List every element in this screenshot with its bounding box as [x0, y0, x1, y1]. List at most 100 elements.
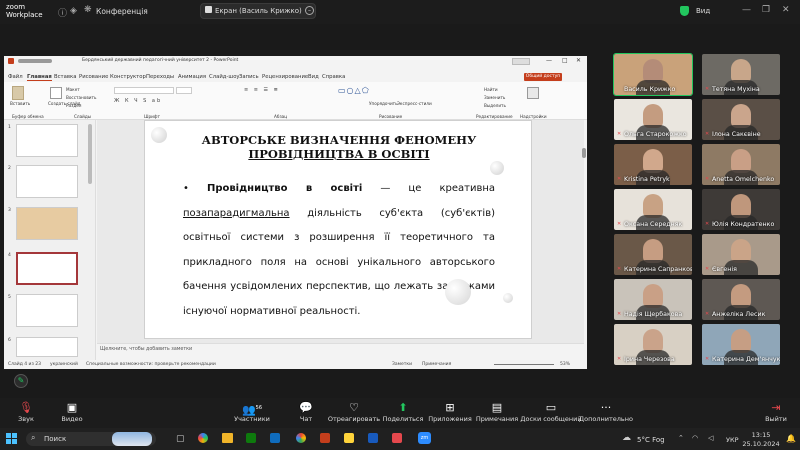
slide-thumbnail[interactable]: [16, 165, 78, 198]
font-size-select[interactable]: [176, 87, 192, 94]
chrome-icon[interactable]: [296, 433, 306, 443]
participant-tile[interactable]: ✕ Ілона Сакєвіне: [702, 99, 780, 140]
windows-start-icon[interactable]: [6, 433, 17, 444]
restore-icon[interactable]: ❐: [762, 5, 770, 15]
slide-thumbnail[interactable]: [16, 207, 78, 240]
layout-label[interactable]: Макет: [66, 87, 80, 92]
slide-title[interactable]: АВТОРСЬКЕ ВИЗНАЧЕННЯ ФЕНОМЕНУ ПРОВІДНИЦТ…: [189, 133, 489, 161]
arrange-label[interactable]: Упорядочить: [369, 101, 398, 106]
outlook-icon[interactable]: [270, 433, 280, 443]
search-label[interactable]: Поиск: [44, 435, 66, 443]
weather-label[interactable]: 5°C Fog: [637, 436, 665, 444]
excel-icon[interactable]: [246, 433, 256, 443]
ppt-close-icon[interactable]: ✕: [576, 57, 581, 64]
paste-icon[interactable]: [12, 86, 24, 100]
sticky-notes-icon[interactable]: [344, 433, 354, 443]
tab-file[interactable]: Файл: [8, 74, 23, 80]
thumbnails-scrollbar[interactable]: [88, 124, 92, 184]
tab-draw[interactable]: Рисование: [79, 74, 108, 80]
input-language[interactable]: УКР: [726, 436, 739, 444]
tab-slideshow[interactable]: Слайд-шоу: [209, 74, 240, 80]
slide-thumbnail-selected[interactable]: [16, 252, 78, 285]
tab-review[interactable]: Рецензирование: [262, 74, 308, 80]
participant-tile[interactable]: ✕ Юлія Кондратенко: [702, 189, 780, 230]
new-slide-icon[interactable]: [50, 87, 62, 99]
participant-tile[interactable]: ✕ Оксана Середняк: [614, 189, 692, 230]
participant-tile[interactable]: ✕ Катерина Дем'янчук: [702, 324, 780, 365]
task-view-icon[interactable]: ▢: [176, 434, 185, 444]
autosave-toggle[interactable]: [18, 59, 52, 63]
slide-body[interactable]: • Провідництво в освіті — це креативна п…: [183, 177, 495, 324]
shapes-gallery[interactable]: ▭○△⬠: [338, 86, 388, 102]
tray-chevron-icon[interactable]: ⌃: [678, 434, 684, 442]
volume-icon[interactable]: ◁: [708, 434, 713, 442]
word-icon[interactable]: [368, 433, 378, 443]
leave-button[interactable]: ⇥ Выйти: [744, 401, 800, 423]
select-label[interactable]: Выделить: [484, 103, 506, 108]
acrobat-icon[interactable]: [392, 433, 402, 443]
paragraph-buttons[interactable]: ≡ ≡ ☰ ≣: [244, 87, 324, 94]
shield-icon[interactable]: ◈: [70, 6, 77, 16]
video-button[interactable]: ▣ Видео: [40, 401, 104, 423]
accessibility-status[interactable]: Специальные возможности: проверьте реком…: [86, 362, 216, 367]
font-format-buttons[interactable]: Ж К Ч S ab: [114, 98, 210, 105]
notes-toggle[interactable]: Заметки: [392, 362, 412, 367]
participant-tile[interactable]: ✕ Надія Щербакова: [614, 279, 692, 320]
participant-tile[interactable]: ✕ Kristina Petryk: [614, 144, 692, 185]
addins-icon[interactable]: [527, 87, 539, 99]
encryption-shield-icon[interactable]: [680, 6, 689, 16]
comments-toggle[interactable]: Примечания: [422, 362, 451, 367]
tab-record[interactable]: Запись: [239, 74, 259, 80]
slide-thumbnail[interactable]: [16, 337, 78, 357]
participant-tile[interactable]: ✕ Анжеліка Лесик: [702, 279, 780, 320]
tab-help[interactable]: Справка: [322, 74, 345, 80]
clock-time[interactable]: 13:15: [748, 431, 774, 439]
more-button[interactable]: ··· Дополнительно: [574, 401, 638, 423]
tab-insert[interactable]: Вставка: [54, 74, 76, 80]
notifications-icon[interactable]: 🔔: [786, 434, 796, 443]
annotate-pen-icon[interactable]: ✎: [14, 374, 28, 388]
ppt-minimize-icon[interactable]: —: [546, 57, 552, 64]
tab-home[interactable]: Главная: [27, 74, 52, 81]
zoom-taskbar-icon[interactable]: zm: [418, 432, 431, 444]
view-button[interactable]: Вид: [696, 7, 710, 15]
info-icon[interactable]: ⓘ: [58, 6, 67, 19]
close-icon[interactable]: ✕: [782, 5, 790, 15]
addins-group-label[interactable]: Надстройки: [520, 114, 547, 119]
copilot-icon[interactable]: [198, 433, 208, 443]
replace-label[interactable]: Заменить: [484, 95, 505, 100]
zoom-level[interactable]: 53%: [560, 362, 570, 367]
participant-tile[interactable]: ✕ Ірина Черезова: [614, 324, 692, 365]
ppt-maximize-icon[interactable]: □: [562, 57, 568, 64]
participant-tile[interactable]: Василь Крижко: [613, 53, 693, 96]
file-explorer-icon[interactable]: [222, 433, 233, 443]
tab-transitions[interactable]: Переходы: [146, 74, 174, 80]
participant-tile[interactable]: ✕ Ольга Старокожко: [614, 99, 692, 140]
screen-share-menu-icon[interactable]: –: [305, 6, 314, 15]
minimize-icon[interactable]: —: [742, 5, 751, 15]
tab-design[interactable]: Конструктор: [110, 74, 146, 80]
share-button[interactable]: Общий доступ: [524, 73, 562, 81]
reset-label[interactable]: Восстановить: [66, 95, 96, 100]
font-family-select[interactable]: [114, 87, 174, 94]
tab-animations[interactable]: Анимация: [178, 74, 206, 80]
find-label[interactable]: Найти: [484, 87, 498, 92]
quick-styles-label[interactable]: Экспресс-стили: [397, 101, 432, 106]
participant-tile[interactable]: ✕ Anetta Omelchenko: [702, 144, 780, 185]
slide-thumbnail[interactable]: [16, 124, 78, 157]
new-slide-label[interactable]: Создать слайд: [48, 101, 81, 106]
slide-scrollbar[interactable]: [582, 148, 586, 158]
powerpoint-taskbar-icon[interactable]: [320, 433, 330, 443]
conference-label[interactable]: Конференція: [96, 7, 148, 16]
participant-tile[interactable]: ✕ Тетяна Мухіна: [702, 54, 780, 95]
ribbon-display-button[interactable]: [512, 58, 530, 65]
slide-thumbnail[interactable]: [16, 294, 78, 327]
clock-date[interactable]: 25.10.2024: [742, 440, 780, 448]
language-status[interactable]: украинский: [50, 362, 78, 367]
tab-view[interactable]: Вид: [308, 74, 319, 80]
notes-placeholder[interactable]: Щелкните, чтобы добавить заметки: [100, 347, 192, 352]
participant-tile[interactable]: ✕ Катерина Сапранкова: [614, 234, 692, 275]
zoom-slider[interactable]: [494, 364, 554, 365]
participant-tile[interactable]: ✕ Євгенія: [702, 234, 780, 275]
current-slide[interactable]: АВТОРСЬКЕ ВИЗНАЧЕННЯ ФЕНОМЕНУ ПРОВІДНИЦТ…: [144, 120, 532, 339]
